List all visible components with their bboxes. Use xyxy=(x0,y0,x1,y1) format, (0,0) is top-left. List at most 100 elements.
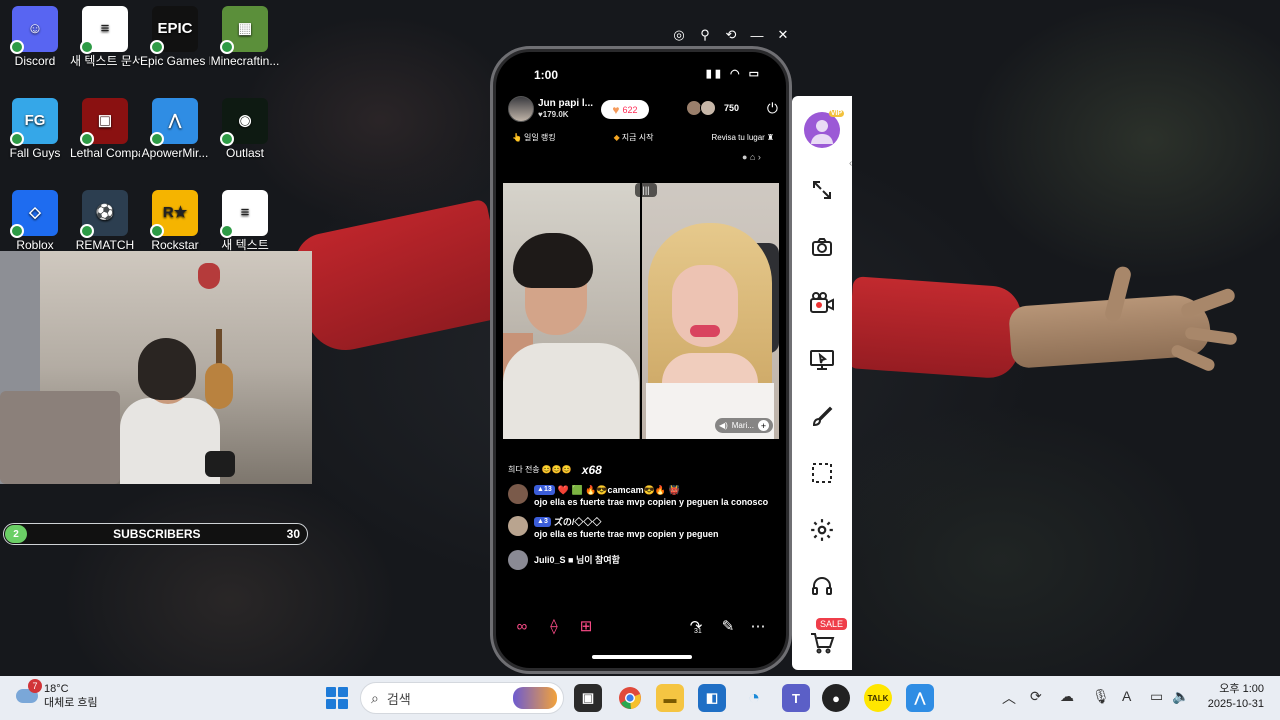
weather-temp: 18°C xyxy=(44,683,69,695)
follow-button[interactable]: ♥ 622 xyxy=(601,100,649,119)
chat-message[interactable]: ▲13 ❤️ 🟩 🔥😎camcam😎🔥 👹 ojo ella es fuerte… xyxy=(508,484,770,508)
app-icon: ⋀ xyxy=(150,98,198,146)
desktop-icon[interactable]: ◉ Outlast xyxy=(210,98,280,160)
host-video-pane[interactable] xyxy=(503,183,640,439)
fullscreen-icon[interactable] xyxy=(808,176,836,204)
desktop-icon[interactable]: ▣Lethal Company xyxy=(70,98,140,160)
ime-indicator[interactable]: A xyxy=(1122,688,1131,704)
apps-icon[interactable]: ⊞ xyxy=(574,614,598,638)
desktop-icon[interactable]: ⋀ ApowerMir... xyxy=(140,98,210,160)
magic-wand-icon[interactable]: ✎ xyxy=(716,614,740,638)
subscribers-current: 2 xyxy=(5,525,27,543)
subscribers-goal: 30 xyxy=(286,527,300,541)
share-icon[interactable]: ↷ 31 xyxy=(684,614,708,638)
chat-text: ojo ella es fuerte trae mvp copien y peg… xyxy=(534,497,769,507)
phone-clock: 1:00 xyxy=(534,68,559,82)
guest-tag[interactable]: ◀) Mari... + xyxy=(714,418,773,433)
rotate-icon[interactable]: ⟲ xyxy=(722,26,740,44)
match-icon[interactable]: ⟠ xyxy=(542,614,566,638)
collapse-chevron-icon[interactable]: ‹ xyxy=(849,158,859,172)
minimize-button[interactable]: — xyxy=(748,26,766,44)
viewer-count: 750 xyxy=(724,103,740,113)
search-placeholder: 검색 xyxy=(386,691,411,707)
chevron-up-icon[interactable]: ︿ xyxy=(1002,688,1016,708)
desktop-icon-label: Outlast xyxy=(225,146,264,160)
sync-check-icon xyxy=(150,132,164,146)
daily-ranking[interactable]: 👆 일일 랭킹 xyxy=(512,132,556,143)
record-dot-icon[interactable]: ◎ xyxy=(670,26,688,44)
link-icon[interactable]: ∞ xyxy=(510,614,534,638)
revisa-tu-lugar[interactable]: Revisa tu lugar ♜ xyxy=(711,133,774,142)
sync-check-icon xyxy=(10,132,24,146)
desktop-icon[interactable]: ◇ Roblox xyxy=(0,190,70,252)
close-button[interactable]: ✕ xyxy=(774,26,792,44)
task-view-icon[interactable]: ▣ xyxy=(574,684,602,712)
file-explorer-icon[interactable]: ▬ xyxy=(656,684,684,712)
sync-check-icon xyxy=(80,132,94,146)
teams-icon[interactable]: T xyxy=(782,684,810,712)
start-now-label: 지금 시작 xyxy=(621,133,654,142)
join-user: Juli0_S ■ xyxy=(534,555,574,565)
webcam-bed xyxy=(0,391,120,484)
desktop-icon[interactable]: ≡새 텍스트 문서 (6) xyxy=(70,6,140,68)
viewer-list[interactable]: 750 xyxy=(686,100,740,116)
network-icon[interactable]: ☁ xyxy=(1060,688,1074,705)
start-button[interactable] xyxy=(326,687,348,709)
cart-icon[interactable] xyxy=(808,629,836,657)
guest-video-pane[interactable]: ◀) Mari... + xyxy=(642,183,779,439)
desktop-icon[interactable]: ▦ Minecraftin... xyxy=(210,6,280,68)
apowermirror-icon[interactable]: ⋀ xyxy=(906,684,934,712)
host-avatar[interactable] xyxy=(508,96,534,122)
obs-icon[interactable]: ● xyxy=(822,684,850,712)
pin-icon[interactable]: ⚲ xyxy=(696,26,714,44)
home-indicator[interactable] xyxy=(592,655,692,659)
headset-icon[interactable] xyxy=(808,572,836,600)
search-icon: ⌕ xyxy=(371,689,379,706)
record-icon[interactable] xyxy=(808,289,836,317)
camera-icon[interactable] xyxy=(808,233,836,261)
power-icon[interactable]: ⏻ xyxy=(767,100,778,117)
app-icon: FG xyxy=(10,98,58,146)
screen-cast-icon[interactable] xyxy=(808,346,836,374)
chrome-icon[interactable] xyxy=(616,684,644,712)
desktop-icon[interactable]: ⚽ REMATCH xyxy=(70,190,140,252)
more-icon[interactable]: ⋯ xyxy=(746,614,770,638)
guest-name: Mari... xyxy=(731,421,754,430)
desktop-icon[interactable]: EPICEpic Games Launcher xyxy=(140,6,210,68)
sync-check-icon xyxy=(10,40,24,54)
microphone-icon[interactable]: 🎙 xyxy=(1092,688,1110,705)
subscribers-goal-bar: 2 SUBSCRIBERS 30 xyxy=(3,523,308,545)
desktop-icon[interactable]: R★ Rockstar xyxy=(140,190,210,252)
edge-icon[interactable]: ◔ xyxy=(740,684,768,712)
chat-avatar xyxy=(508,484,528,504)
gear-icon[interactable] xyxy=(808,516,836,544)
audio-bars-icon[interactable]: ||| xyxy=(635,183,657,197)
sync-icon[interactable]: ⟳ xyxy=(1030,688,1042,705)
host-profile[interactable]: Jun papi l... ♥179.0K xyxy=(508,96,593,122)
desktop-icon[interactable]: ≡ 새 텍스트 xyxy=(210,190,280,252)
add-icon[interactable]: + xyxy=(758,420,769,431)
level-badge: ▲13 xyxy=(534,485,555,495)
system-clock[interactable]: 오후 1:00 2025-10-31 xyxy=(1200,682,1264,712)
display-icon[interactable]: ▭ xyxy=(1150,688,1163,705)
weather-widget[interactable]: 7 18°C 대체로 흐림 xyxy=(16,679,98,710)
vip-avatar[interactable]: VIP xyxy=(804,110,844,148)
desktop-icon-label: 새 텍스트 xyxy=(221,238,269,252)
daily-ranking-label: 일일 랭킹 xyxy=(523,133,556,142)
taskbar-search[interactable]: ⌕ 검색 xyxy=(360,682,564,714)
desktop-icon-label: Roblox xyxy=(16,238,54,252)
desktop-icon[interactable]: ☺ Discord xyxy=(0,6,70,68)
store-icon[interactable]: ◧ xyxy=(698,684,726,712)
desktop-icon[interactable]: FG Fall Guys xyxy=(0,98,70,160)
volume-icon[interactable]: 🔈 xyxy=(1172,688,1189,705)
kakaotalk-icon[interactable]: TALK xyxy=(864,684,892,712)
status-icons: ▮▮ ◠ ▭ xyxy=(705,68,762,80)
host-likes: ♥179.0K xyxy=(538,110,569,119)
start-now[interactable]: ◆ 지금 시작 xyxy=(614,132,654,143)
app-icon: ◉ xyxy=(220,98,268,146)
select-area-icon[interactable] xyxy=(808,459,836,487)
chat-message[interactable]: ▲3 ズの/◇◇◇ ojo ella es fuerte trae mvp co… xyxy=(508,516,770,540)
join-avatar xyxy=(508,550,528,570)
brush-icon[interactable] xyxy=(808,403,836,431)
follow-count: 622 xyxy=(622,104,638,115)
